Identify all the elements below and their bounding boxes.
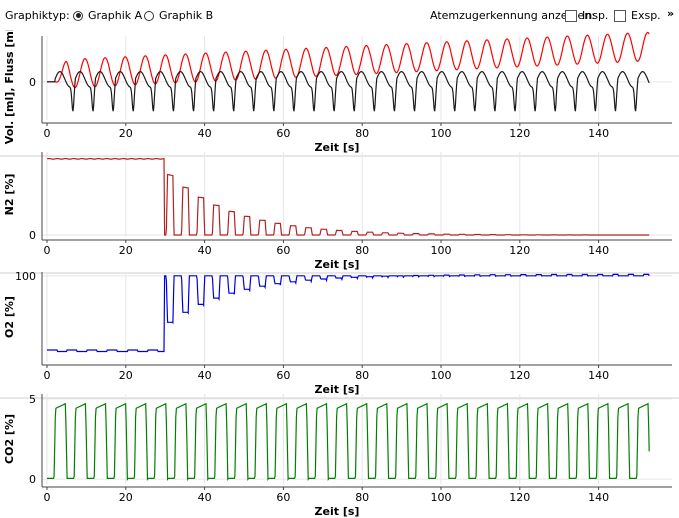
x-axis-label: Zeit [s] [315,505,360,518]
x-tick-label: 140 [588,244,609,257]
x-tick-label: 0 [44,127,51,140]
chart-panel: 0 20 40 60 80 100 120 140 0 5 Zeit [s] CO2 [%] [3,393,672,518]
x-tick-label: 80 [355,244,369,257]
x-tick-label: 60 [276,244,290,257]
charts-area: 0 20 40 60 80 100 120 140 0 Zeit [s] Vol. [ml], Fl… [0,30,679,518]
x-tick-label: 120 [509,244,530,257]
x-axis-label: Zeit [s] [315,258,360,271]
x-tick-label: 140 [588,127,609,140]
x-tick-label: 20 [119,127,133,140]
y-tick-label: 0 [29,229,36,242]
graph-b-radio[interactable]: Graphik B [144,9,213,22]
x-tick-label: 40 [198,244,212,257]
x-tick-label: 60 [276,491,290,504]
y-axis-label: O2 [%] [3,296,16,338]
graph-type-label: Graphiktyp: [5,9,70,22]
x-tick-label: 0 [44,491,51,504]
x-tick-label: 100 [431,369,452,382]
double-chevron-down-icon[interactable]: » [667,7,674,20]
x-tick-label: 120 [509,127,530,140]
checkbox-icon[interactable] [614,9,626,22]
exsp-label: Exsp. [631,9,661,22]
x-tick-label: 100 [431,491,452,504]
series-line [47,273,650,353]
radio-unselected-icon[interactable] [144,10,154,21]
y-tick-label: 0 [29,76,36,89]
chart-panel: 0 20 40 60 80 100 120 140 0 Zeit [s] N2 [%] [0,152,679,274]
graph-a-label: Graphik A [88,9,143,22]
x-axis-label: Zeit [s] [315,141,360,154]
y-axis-label: N2 [%] [3,174,16,216]
series-line [46,157,650,236]
y-tick-label: 5 [29,393,36,406]
x-tick-label: 0 [44,244,51,257]
graph-a-radio[interactable]: Graphik A [73,9,142,22]
insp-checkbox[interactable]: Insp. [565,9,608,22]
chart-panel: 0 20 40 60 80 100 120 140 100 Zeit [s] O2 [%] [0,270,679,399]
x-tick-label: 100 [431,244,452,257]
toolbar: Graphiktyp: Graphik A Graphik B Atemzuge… [0,0,679,30]
x-tick-label: 40 [198,369,212,382]
x-tick-label: 60 [276,369,290,382]
x-tick-label: 40 [198,491,212,504]
series-line [47,70,650,112]
x-tick-label: 80 [355,127,369,140]
y-axis-label: Vol. [ml], Fluss [ml/s] [3,30,16,144]
y-tick-label: 100 [15,270,36,283]
x-tick-label: 20 [119,244,133,257]
x-tick-label: 40 [198,127,212,140]
x-tick-label: 80 [355,369,369,382]
exsp-checkbox[interactable]: Exsp. [614,9,661,22]
x-tick-label: 120 [509,369,530,382]
x-tick-label: 100 [431,127,452,140]
x-tick-label: 20 [119,369,133,382]
graph-b-label: Graphik B [159,9,214,22]
chart-panel: 0 20 40 60 80 100 120 140 0 Zeit [s] Vol. [ml], Fl… [0,30,679,157]
x-tick-label: 0 [44,369,51,382]
x-tick-label: 120 [509,491,530,504]
insp-label: Insp. [582,9,609,22]
series-line [47,31,650,89]
x-tick-label: 20 [119,491,133,504]
y-tick-label: 0 [29,473,36,486]
x-tick-label: 60 [276,127,290,140]
x-tick-label: 80 [355,491,369,504]
x-tick-label: 140 [588,369,609,382]
x-axis-label: Zeit [s] [315,383,360,396]
checkbox-icon[interactable] [565,9,577,22]
x-tick-label: 140 [588,491,609,504]
y-axis-label: CO2 [%] [3,414,16,464]
series-line [47,402,650,482]
radio-selected-icon[interactable] [73,10,83,21]
